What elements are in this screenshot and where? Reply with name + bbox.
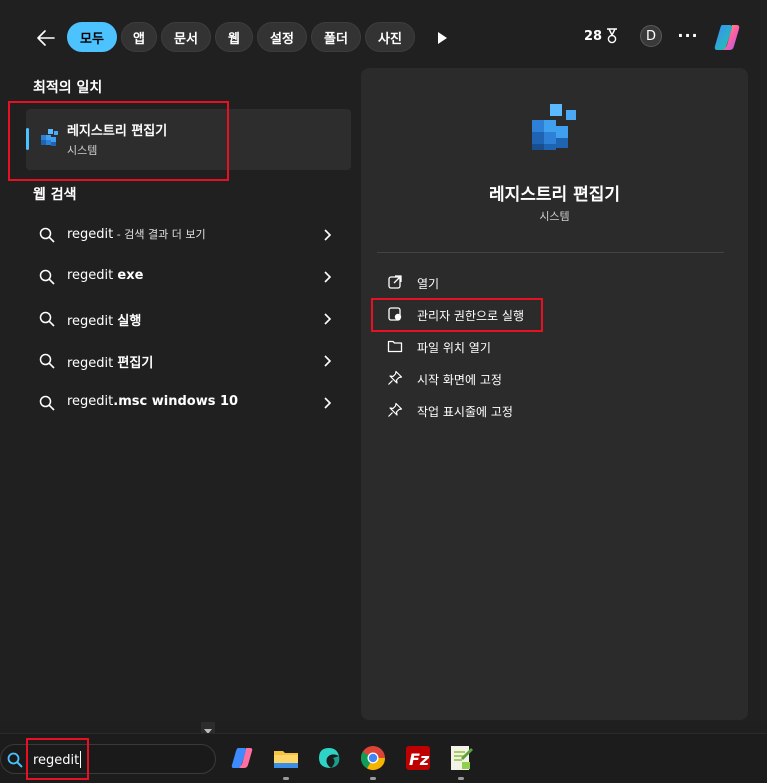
chevron-right-icon (324, 229, 332, 241)
filter-chip-documents[interactable]: 문서 (161, 22, 211, 52)
action-pin-to-start[interactable]: 시작 화면에 고정 (381, 364, 731, 392)
search-icon (39, 395, 55, 411)
running-indicator (370, 777, 376, 780)
web-result-item[interactable]: regedit 실행 (26, 299, 351, 339)
notepad-plus-icon[interactable] (447, 744, 475, 772)
open-external-icon (388, 275, 402, 289)
detail-subtitle: 시스템 (539, 210, 570, 223)
file-explorer-icon[interactable] (272, 744, 300, 772)
divider (377, 252, 724, 253)
running-indicator (283, 777, 289, 780)
filter-chip-photos[interactable]: 사진 (365, 22, 415, 52)
action-open-file-location[interactable]: 파일 위치 열기 (381, 332, 731, 360)
pin-icon (388, 402, 403, 417)
copilot-button[interactable] (710, 20, 744, 54)
web-result-suffix: 편집기 (117, 356, 154, 371)
copilot-icon[interactable] (228, 744, 256, 772)
rewards-points[interactable]: 28 (584, 28, 619, 44)
more-filters-button[interactable] (432, 28, 452, 48)
chevron-right-icon (324, 397, 332, 409)
web-result-suffix: exe (117, 268, 144, 283)
search-icon (39, 227, 55, 243)
scroll-down-button[interactable] (201, 722, 215, 734)
search-icon (39, 269, 55, 285)
detail-pane: 레지스트리 편집기 시스템 열기 관리자 권한으로 실행 파일 위치 열기 시작… (361, 68, 748, 720)
web-result-query: regedit (67, 394, 114, 409)
web-result-query: regedit (67, 356, 118, 371)
pin-icon (388, 370, 403, 385)
action-open[interactable]: 열기 (381, 268, 731, 296)
action-label: 작업 표시줄에 고정 (417, 405, 513, 419)
start-search-panel: 모두 앱 문서 웹 설정 폴더 사진 28 D ··· 최적의 일치 레지스트리… (0, 0, 767, 722)
chevron-right-icon (324, 355, 332, 367)
highlight-box-best-match (8, 101, 229, 181)
detail-title: 레지스트리 편집기 (488, 185, 621, 205)
svg-text:Fz: Fz (409, 750, 430, 769)
filter-bar: 모두 앱 문서 웹 설정 폴더 사진 28 D ··· (0, 18, 767, 58)
copilot-icon (714, 25, 740, 50)
web-result-suffix: .msc windows 10 (113, 394, 239, 409)
search-icon (39, 311, 55, 327)
filter-chip-apps[interactable]: 앱 (121, 22, 157, 52)
highlight-box-run-as-admin (371, 298, 543, 332)
web-result-query: regedit (67, 227, 114, 242)
account-avatar[interactable]: D (640, 25, 662, 47)
action-label: 파일 위치 열기 (417, 341, 491, 355)
web-result-item[interactable]: regedit - 검색 결과 더 보기 (26, 215, 351, 255)
search-icon (7, 752, 23, 768)
action-label: 시작 화면에 고정 (417, 373, 502, 387)
search-icon (39, 353, 55, 369)
action-label: 열기 (417, 277, 440, 291)
web-result-item[interactable]: regedit 편집기 (26, 341, 351, 381)
web-result-query: regedit (67, 268, 118, 283)
best-match-heading: 최적의 일치 (33, 80, 103, 96)
action-pin-to-taskbar[interactable]: 작업 표시줄에 고정 (381, 396, 731, 424)
back-arrow-icon (37, 30, 55, 46)
web-result-item[interactable]: regedit exe (26, 257, 351, 297)
chevron-right-icon (324, 271, 332, 283)
highlight-box-search-input (26, 738, 89, 780)
taskbar: Fz (0, 733, 767, 783)
more-options-button[interactable]: ··· (677, 26, 699, 46)
folder-icon (387, 340, 403, 353)
chevron-right-icon (324, 313, 332, 325)
web-result-suffix: 실행 (117, 314, 142, 329)
back-button[interactable] (32, 24, 60, 52)
points-value: 28 (584, 28, 603, 44)
running-indicator (458, 777, 464, 780)
web-result-suffix: - 검색 결과 더 보기 (113, 228, 206, 241)
filter-chip-folders[interactable]: 폴더 (311, 22, 361, 52)
filezilla-icon[interactable]: Fz (404, 744, 432, 772)
filter-chip-web[interactable]: 웹 (215, 22, 253, 52)
filter-chip-all[interactable]: 모두 (67, 22, 117, 52)
web-result-item[interactable]: regedit.msc windows 10 (26, 383, 351, 423)
medal-icon (607, 28, 618, 44)
chrome-icon[interactable] (359, 744, 387, 772)
web-search-heading: 웹 검색 (33, 187, 77, 203)
play-icon (438, 32, 447, 44)
web-result-query: regedit (67, 314, 118, 329)
app-icon[interactable] (315, 744, 343, 772)
filter-chip-settings[interactable]: 설정 (257, 22, 307, 52)
registry-editor-large-icon (532, 104, 576, 150)
